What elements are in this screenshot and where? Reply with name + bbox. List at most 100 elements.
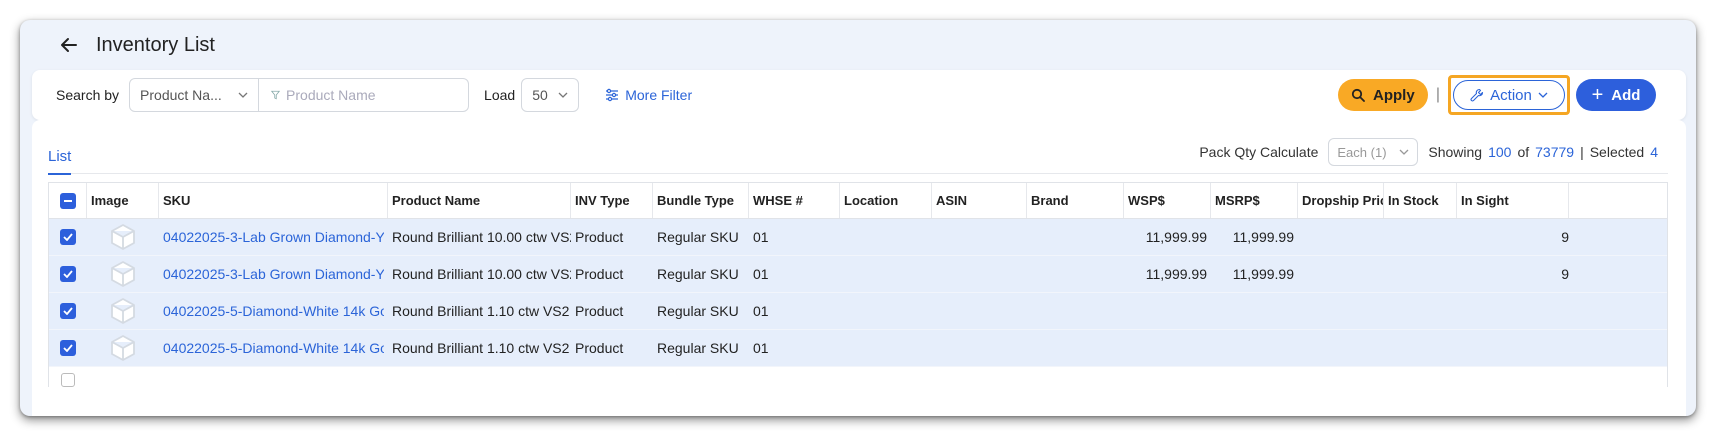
- plus-icon: +: [1591, 83, 1604, 106]
- brand-cell: [1027, 256, 1124, 292]
- action-button[interactable]: Action: [1453, 80, 1565, 110]
- row-checkbox-cell[interactable]: [49, 293, 87, 329]
- sliders-icon: [606, 88, 619, 102]
- row-checkbox-cell[interactable]: [49, 219, 87, 255]
- row-checkbox[interactable]: [61, 373, 75, 387]
- apply-button[interactable]: Apply: [1337, 79, 1428, 111]
- sku-cell[interactable]: 04022025-5-Diamond-White 14k Gold-: [159, 293, 388, 329]
- checkbox-checked-icon[interactable]: [60, 266, 76, 282]
- column-header[interactable]: Brand: [1027, 183, 1124, 218]
- sku-cell[interactable]: 04022025-3-Lab Grown Diamond-Yellow: [159, 256, 388, 292]
- msrp-cell: [1211, 330, 1298, 366]
- cube-icon: [111, 261, 135, 287]
- column-header[interactable]: Location: [840, 183, 932, 218]
- location-cell: [840, 256, 932, 292]
- table-row[interactable]: 04022025-3-Lab Grown Diamond-Yellow Roun…: [49, 256, 1667, 293]
- more-filter-label: More Filter: [625, 87, 693, 103]
- load-select[interactable]: 50: [521, 78, 580, 112]
- select-all-cell[interactable]: [49, 183, 87, 218]
- table-header-row: Image SKU Product Name INV Type Bundle T…: [49, 183, 1667, 219]
- table-row-partial: [49, 367, 1667, 387]
- column-header: Image: [87, 183, 159, 218]
- msrp-cell: [1211, 293, 1298, 329]
- row-checkbox-cell[interactable]: [49, 330, 87, 366]
- of-label: of: [1517, 144, 1530, 160]
- column-header[interactable]: Product Name: [388, 183, 571, 218]
- tab-list[interactable]: List: [48, 148, 72, 175]
- table-row[interactable]: 04022025-3-Lab Grown Diamond-Yellow Roun…: [49, 219, 1667, 256]
- in-stock-cell: [1384, 256, 1457, 292]
- asin-cell: [932, 219, 1027, 255]
- msrp-cell: 11,999.99: [1232, 229, 1294, 245]
- list-panel: List Pack Qty Calculate Each (1) Showing…: [32, 120, 1686, 416]
- column-header[interactable]: In Sight: [1457, 183, 1569, 218]
- column-header[interactable]: Bundle Type: [653, 183, 749, 218]
- pack-qty-label: Pack Qty Calculate: [1199, 144, 1319, 160]
- apply-label: Apply: [1373, 86, 1415, 104]
- brand-cell: [1027, 293, 1124, 329]
- column-header[interactable]: In Stock: [1384, 183, 1457, 218]
- checkbox-checked-icon[interactable]: [60, 229, 76, 245]
- product-name-cell: Round Brilliant 10.00 ctw VS2...: [392, 229, 571, 245]
- product-image: [87, 219, 159, 255]
- select-all-checkbox[interactable]: [59, 192, 76, 209]
- column-header[interactable]: INV Type: [571, 183, 653, 218]
- chevron-down-icon: [238, 92, 248, 98]
- search-field-select[interactable]: Product Na...: [129, 78, 260, 112]
- bundle-type-cell: Regular SKU: [657, 340, 739, 356]
- table-row[interactable]: 04022025-5-Diamond-White 14k Gold- Round…: [49, 293, 1667, 330]
- table-row[interactable]: 04022025-5-Diamond-White 14k Gold- Round…: [49, 330, 1667, 367]
- column-header[interactable]: MSRP$: [1211, 183, 1298, 218]
- search-by-label: Search by: [56, 87, 120, 103]
- dropship-cell: [1298, 256, 1384, 292]
- checkbox-checked-icon[interactable]: [60, 340, 76, 356]
- product-image: [87, 256, 159, 292]
- sku-cell[interactable]: 04022025-3-Lab Grown Diamond-Yellow: [159, 219, 388, 255]
- product-name-cell: Round Brilliant 1.10 ctw VS2 ...: [392, 303, 571, 319]
- more-filter-button[interactable]: More Filter: [605, 87, 692, 103]
- sku-link[interactable]: 04022025-5-Diamond-White 14k Gold-: [163, 340, 384, 356]
- load-value: 50: [532, 87, 548, 103]
- in-sight-cell: [1457, 330, 1569, 366]
- back-button[interactable]: [56, 32, 82, 58]
- asin-cell: [932, 293, 1027, 329]
- asin-cell: [932, 256, 1027, 292]
- sku-link[interactable]: 04022025-5-Diamond-White 14k Gold-: [163, 303, 384, 319]
- column-header[interactable]: ASIN: [932, 183, 1027, 218]
- sku-cell[interactable]: 04022025-5-Diamond-White 14k Gold-: [159, 330, 388, 366]
- whse-cell: 01: [753, 266, 769, 282]
- search-field-value: Product Na...: [140, 87, 222, 103]
- inv-type-cell: Product: [575, 303, 624, 319]
- inv-type-cell: Product: [575, 266, 624, 282]
- bundle-type-cell: Regular SKU: [657, 303, 739, 319]
- row-checkbox-cell[interactable]: [49, 256, 87, 292]
- list-stats: Pack Qty Calculate Each (1) Showing 100 …: [1199, 138, 1658, 166]
- column-header[interactable]: Dropship Price: [1298, 183, 1384, 218]
- in-sight-cell: 9: [1561, 266, 1569, 282]
- selected-label: Selected: [1589, 144, 1645, 160]
- column-header[interactable]: WSP$: [1124, 183, 1211, 218]
- in-stock-cell: [1384, 219, 1457, 255]
- brand-cell: [1027, 330, 1124, 366]
- add-button[interactable]: + Add: [1576, 79, 1656, 111]
- wsp-cell: 11,999.99: [1145, 229, 1207, 245]
- asin-cell: [932, 330, 1027, 366]
- checkbox-checked-icon[interactable]: [60, 303, 76, 319]
- load-label: Load: [484, 87, 516, 103]
- funnel-icon: [271, 90, 281, 100]
- add-label: Add: [1611, 86, 1641, 104]
- column-header[interactable]: WHSE #: [749, 183, 840, 218]
- column-header[interactable]: SKU: [159, 183, 388, 218]
- pack-qty-select[interactable]: Each (1): [1328, 138, 1419, 166]
- selected-count: 4: [1650, 144, 1658, 160]
- whse-cell: 01: [753, 229, 769, 245]
- pack-qty-value: Each (1): [1337, 144, 1387, 160]
- search-input-wrapper: [259, 78, 470, 112]
- app-window: Inventory List Search by Product Na... L…: [20, 20, 1696, 416]
- sku-link[interactable]: 04022025-3-Lab Grown Diamond-Yellow: [163, 229, 384, 245]
- in-stock-cell: [1384, 293, 1457, 329]
- product-name-cell: Round Brilliant 1.10 ctw VS2 ...: [392, 340, 571, 356]
- product-image: [87, 293, 159, 329]
- sku-link[interactable]: 04022025-3-Lab Grown Diamond-Yellow: [163, 266, 384, 282]
- search-input[interactable]: [286, 87, 457, 103]
